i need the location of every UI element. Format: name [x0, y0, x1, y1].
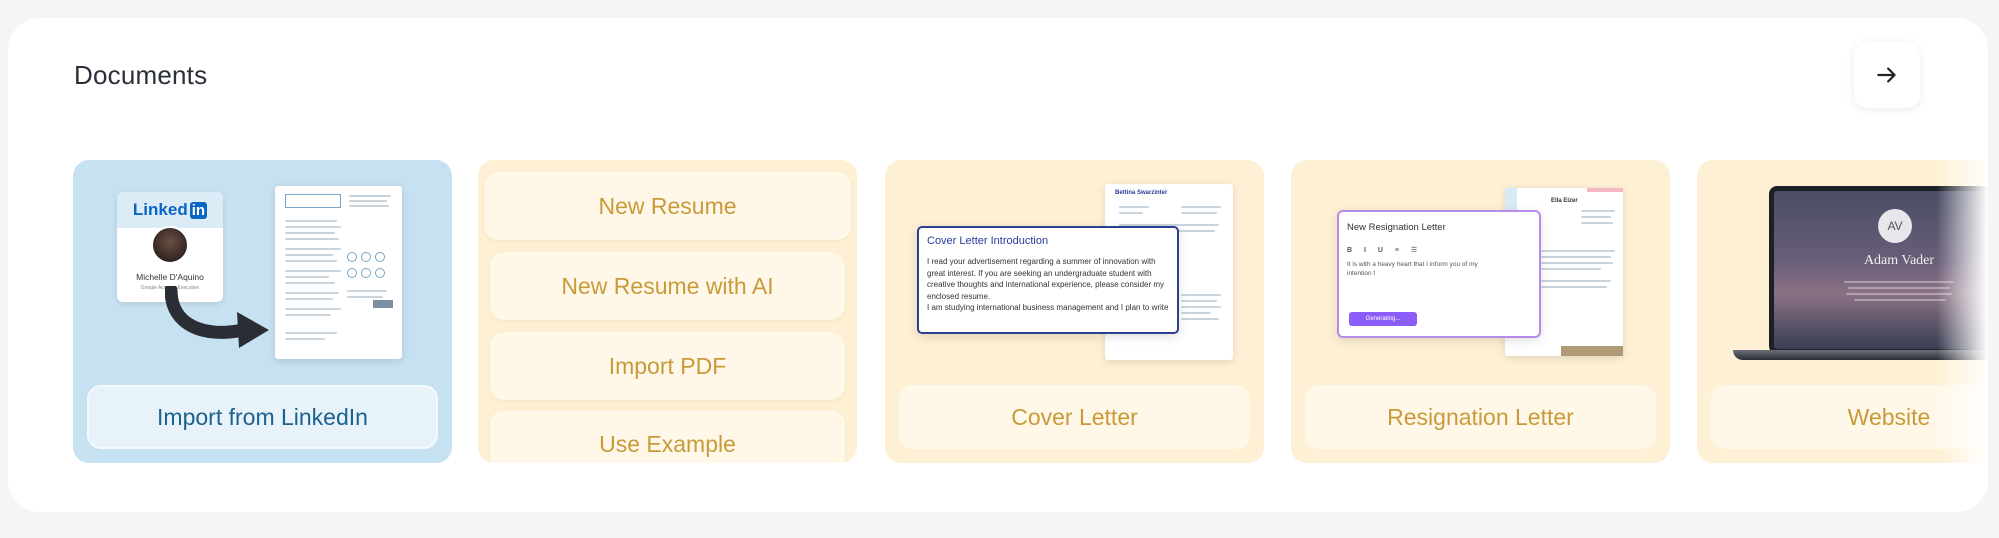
profile-name: Michelle D'Aquino [136, 272, 204, 282]
import-pdf-button[interactable]: Import PDF [490, 332, 845, 400]
new-resume-button[interactable]: New Resume [484, 172, 851, 240]
curved-arrow-icon [165, 286, 269, 348]
card-cover-letter[interactable]: Bettina Swarzinter Cover Letter Introduc… [885, 160, 1264, 463]
next-button[interactable] [1854, 42, 1920, 108]
card-import-linkedin[interactable]: Linked in Michelle D'Aquino Google Accoun… [73, 160, 452, 463]
website-avatar: AV [1878, 209, 1912, 243]
resume-preview [275, 186, 402, 359]
resignation-letter-button[interactable]: Resignation Letter [1305, 385, 1656, 449]
use-example-button[interactable]: Use Example [490, 410, 845, 463]
card-resignation-letter[interactable]: Ella Eizer New Resignation Letter B I U … [1291, 160, 1670, 463]
linkedin-logo: Linked in [117, 192, 223, 228]
resignation-editor: New Resignation Letter B I U ≡ ☰ It is w… [1337, 210, 1541, 338]
card-resume-options: New Resume New Resume with AI Import PDF… [478, 160, 857, 463]
editor-title: Cover Letter Introduction [927, 235, 1049, 247]
avatar [151, 226, 189, 264]
documents-panel: Documents Linked in Michelle D'Aquino Goo… [8, 18, 1988, 512]
import-linkedin-button[interactable]: Import from LinkedIn [87, 385, 438, 449]
cover-letter-button[interactable]: Cover Letter [899, 385, 1250, 449]
cover-letter-editor: Cover Letter Introduction I read your ad… [917, 226, 1179, 334]
arrow-right-icon [1877, 67, 1896, 83]
card-website[interactable]: AV Adam Vader Website [1697, 160, 1988, 463]
new-resume-ai-button[interactable]: New Resume with AI [490, 252, 845, 320]
editor-text: I read your advertisement regarding a su… [927, 257, 1169, 312]
section-title: Documents [74, 60, 208, 90]
generating-indicator: Generating... [1349, 312, 1417, 326]
